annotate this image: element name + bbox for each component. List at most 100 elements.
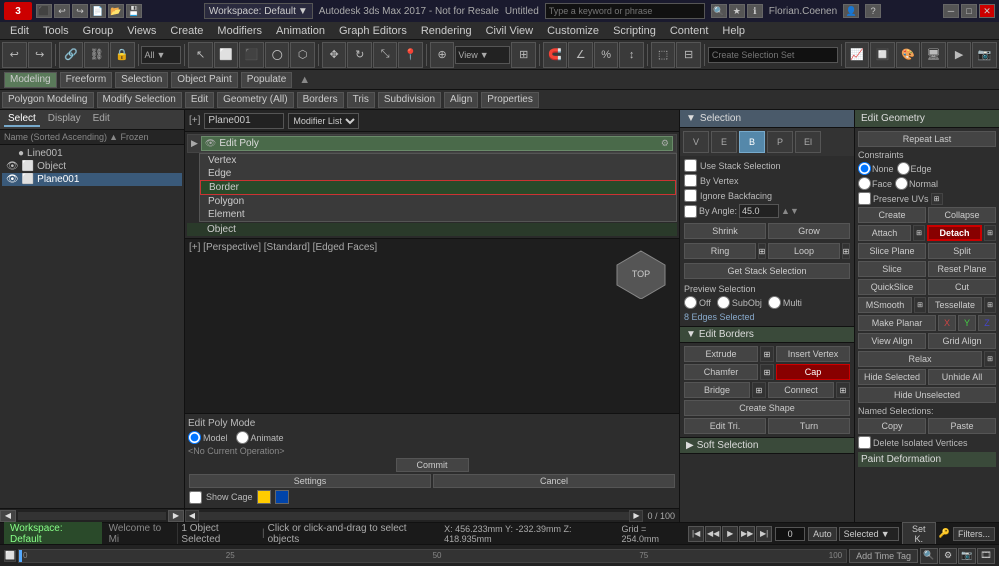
align-tab[interactable]: Align <box>444 92 478 108</box>
normal-radio[interactable] <box>895 177 908 190</box>
sel-icon-element[interactable]: El <box>795 131 821 153</box>
undo-title-btn[interactable]: ↩ <box>54 4 70 18</box>
plane-name-input[interactable] <box>204 113 284 129</box>
timeline-track[interactable]: 0 25 50 75 100 <box>18 549 847 563</box>
tessellate-settings[interactable]: ⊞ <box>984 297 996 313</box>
editpoly-border[interactable]: Border <box>200 180 676 195</box>
copy-btn[interactable]: Copy <box>858 418 926 434</box>
populate-tab[interactable]: Populate <box>241 72 292 88</box>
sel-icon-edge[interactable]: E <box>711 131 737 153</box>
edit-tab[interactable]: Edit <box>185 92 214 108</box>
attach-settings[interactable]: ⊞ <box>913 225 925 241</box>
create-btn[interactable]: Create <box>858 207 926 223</box>
nav-cube[interactable]: TOP <box>615 247 667 302</box>
bottom-icon3[interactable]: 📷 <box>958 548 976 564</box>
editpoly-item-row[interactable]: 👁 Edit Poly ⚙ <box>201 136 673 151</box>
menu-views[interactable]: Views <box>121 22 162 39</box>
selected-dropdown[interactable]: Selected ▼ <box>839 527 899 541</box>
prev-key-btn[interactable]: ◀◀ <box>705 526 721 542</box>
grid-align-btn[interactable]: Grid Align <box>928 333 996 349</box>
z-btn[interactable]: Z <box>978 315 996 331</box>
maximize-btn[interactable]: □ <box>961 4 977 18</box>
snap-btn[interactable]: 🧲 <box>543 42 568 68</box>
shrink-btn[interactable]: Shrink <box>684 223 766 239</box>
set-key-btn[interactable]: Set K. <box>902 522 936 546</box>
list-item-plane001[interactable]: 👁 ⬜ Plane001 <box>2 173 182 186</box>
animate-radio[interactable] <box>236 431 249 444</box>
search-input[interactable] <box>545 3 705 19</box>
insert-vertex-btn[interactable]: Insert Vertex <box>776 346 850 362</box>
menu-animation[interactable]: Animation <box>270 22 331 39</box>
modifier-list-select[interactable]: Modifier List <box>288 113 359 129</box>
refcoord-btn[interactable]: ⊕ <box>430 42 455 68</box>
undo-btn[interactable]: ↩ <box>2 42 27 68</box>
edit-obj-tab[interactable]: Edit <box>89 112 114 127</box>
ignore-backfacing-checkbox[interactable] <box>684 189 697 202</box>
curve-editor-btn[interactable]: 📈 <box>845 42 870 68</box>
prev-frame-btn[interactable]: |◀ <box>688 526 704 542</box>
new-btn[interactable]: 📄 <box>90 4 106 18</box>
detach-settings[interactable]: ⊞ <box>984 225 996 241</box>
editpoly-vertex[interactable]: Vertex <box>200 154 676 167</box>
geometry-all-tab[interactable]: Geometry (All) <box>217 92 293 108</box>
menu-content[interactable]: Content <box>664 22 715 39</box>
angle-snap-btn[interactable]: ∠ <box>568 42 593 68</box>
sel-icon-border[interactable]: B <box>739 131 765 153</box>
menu-civil-view[interactable]: Civil View <box>480 22 539 39</box>
menu-create[interactable]: Create <box>164 22 209 39</box>
edit-geo-header[interactable]: Edit Geometry <box>855 110 999 128</box>
save-btn[interactable]: 💾 <box>126 4 142 18</box>
play-btn[interactable]: ▶ <box>722 526 738 542</box>
edit-tri-btn[interactable]: Edit Tri. <box>684 418 766 434</box>
chamfer-btn[interactable]: Chamfer <box>684 364 758 380</box>
menu-customize[interactable]: Customize <box>541 22 605 39</box>
ring-btn[interactable]: Ring <box>684 243 756 259</box>
get-stack-btn[interactable]: Get Stack Selection <box>684 263 850 279</box>
edge-radio[interactable] <box>897 162 910 175</box>
use-stack-checkbox[interactable] <box>684 159 697 172</box>
select-paint-btn[interactable]: ⬡ <box>290 42 315 68</box>
select-tab[interactable]: Select <box>4 112 40 127</box>
render-btn[interactable]: ▶ <box>947 42 972 68</box>
create-sel-set-input[interactable] <box>708 47 838 63</box>
render-setup-btn[interactable]: 🖥 <box>921 42 946 68</box>
borders-tab[interactable]: Borders <box>297 92 344 108</box>
current-frame-input[interactable] <box>775 527 805 541</box>
preview-multi-radio[interactable] <box>768 296 781 309</box>
tessellate-btn[interactable]: Tessellate <box>928 297 982 313</box>
bottom-icon2[interactable]: ⚙ <box>939 548 957 564</box>
selection-tab[interactable]: Selection <box>115 72 168 88</box>
select-region-btn[interactable]: ⬜ <box>214 42 239 68</box>
collapse-btn[interactable]: Collapse <box>928 207 996 223</box>
pivot-btn[interactable]: ⊞ <box>511 42 536 68</box>
soft-selection-header[interactable]: ▶ Soft Selection <box>680 437 854 454</box>
show-cage-checkbox[interactable] <box>189 491 202 504</box>
window-cross-btn[interactable]: ⬛ <box>239 42 264 68</box>
hide-selected-btn[interactable]: Hide Selected <box>858 369 926 385</box>
close-btn[interactable]: ✕ <box>979 4 995 18</box>
add-time-tag-btn[interactable]: Add Time Tag <box>849 549 918 563</box>
settings-btn[interactable]: Settings <box>189 474 431 488</box>
info-btn[interactable]: ℹ <box>747 4 763 18</box>
filter-dropdown[interactable]: All ▼ <box>141 46 181 64</box>
percent-snap-btn[interactable]: % <box>594 42 619 68</box>
extrude-btn[interactable]: Extrude <box>684 346 758 362</box>
y-btn[interactable]: Y <box>958 315 976 331</box>
workspace-dropdown[interactable]: Workspace: Default ▼ <box>204 3 313 19</box>
loop-btn[interactable]: Loop <box>768 243 840 259</box>
selection-header[interactable]: ▼ Selection <box>680 110 854 128</box>
refcoord-dropdown[interactable]: View ▼ <box>455 46 510 64</box>
relax-btn[interactable]: Relax <box>858 351 982 367</box>
reset-plane-btn[interactable]: Reset Plane <box>928 261 996 277</box>
stack-expand-icon[interactable]: ▶ <box>191 138 198 149</box>
editpoly-polygon[interactable]: Polygon <box>200 195 676 208</box>
split-btn[interactable]: Split <box>928 243 996 259</box>
by-angle-input[interactable] <box>739 204 779 218</box>
by-vertex-checkbox[interactable] <box>684 174 697 187</box>
select-lasso-btn[interactable]: 〇 <box>265 42 290 68</box>
next-key-btn[interactable]: ▶▶ <box>739 526 755 542</box>
timeline-expand-btn[interactable]: ⬜ <box>4 550 16 562</box>
repeat-last-btn[interactable]: Repeat Last <box>858 131 996 147</box>
by-angle-spinner[interactable]: ▲▼ <box>781 206 799 216</box>
hscroll-right[interactable]: ▶ <box>629 510 643 522</box>
